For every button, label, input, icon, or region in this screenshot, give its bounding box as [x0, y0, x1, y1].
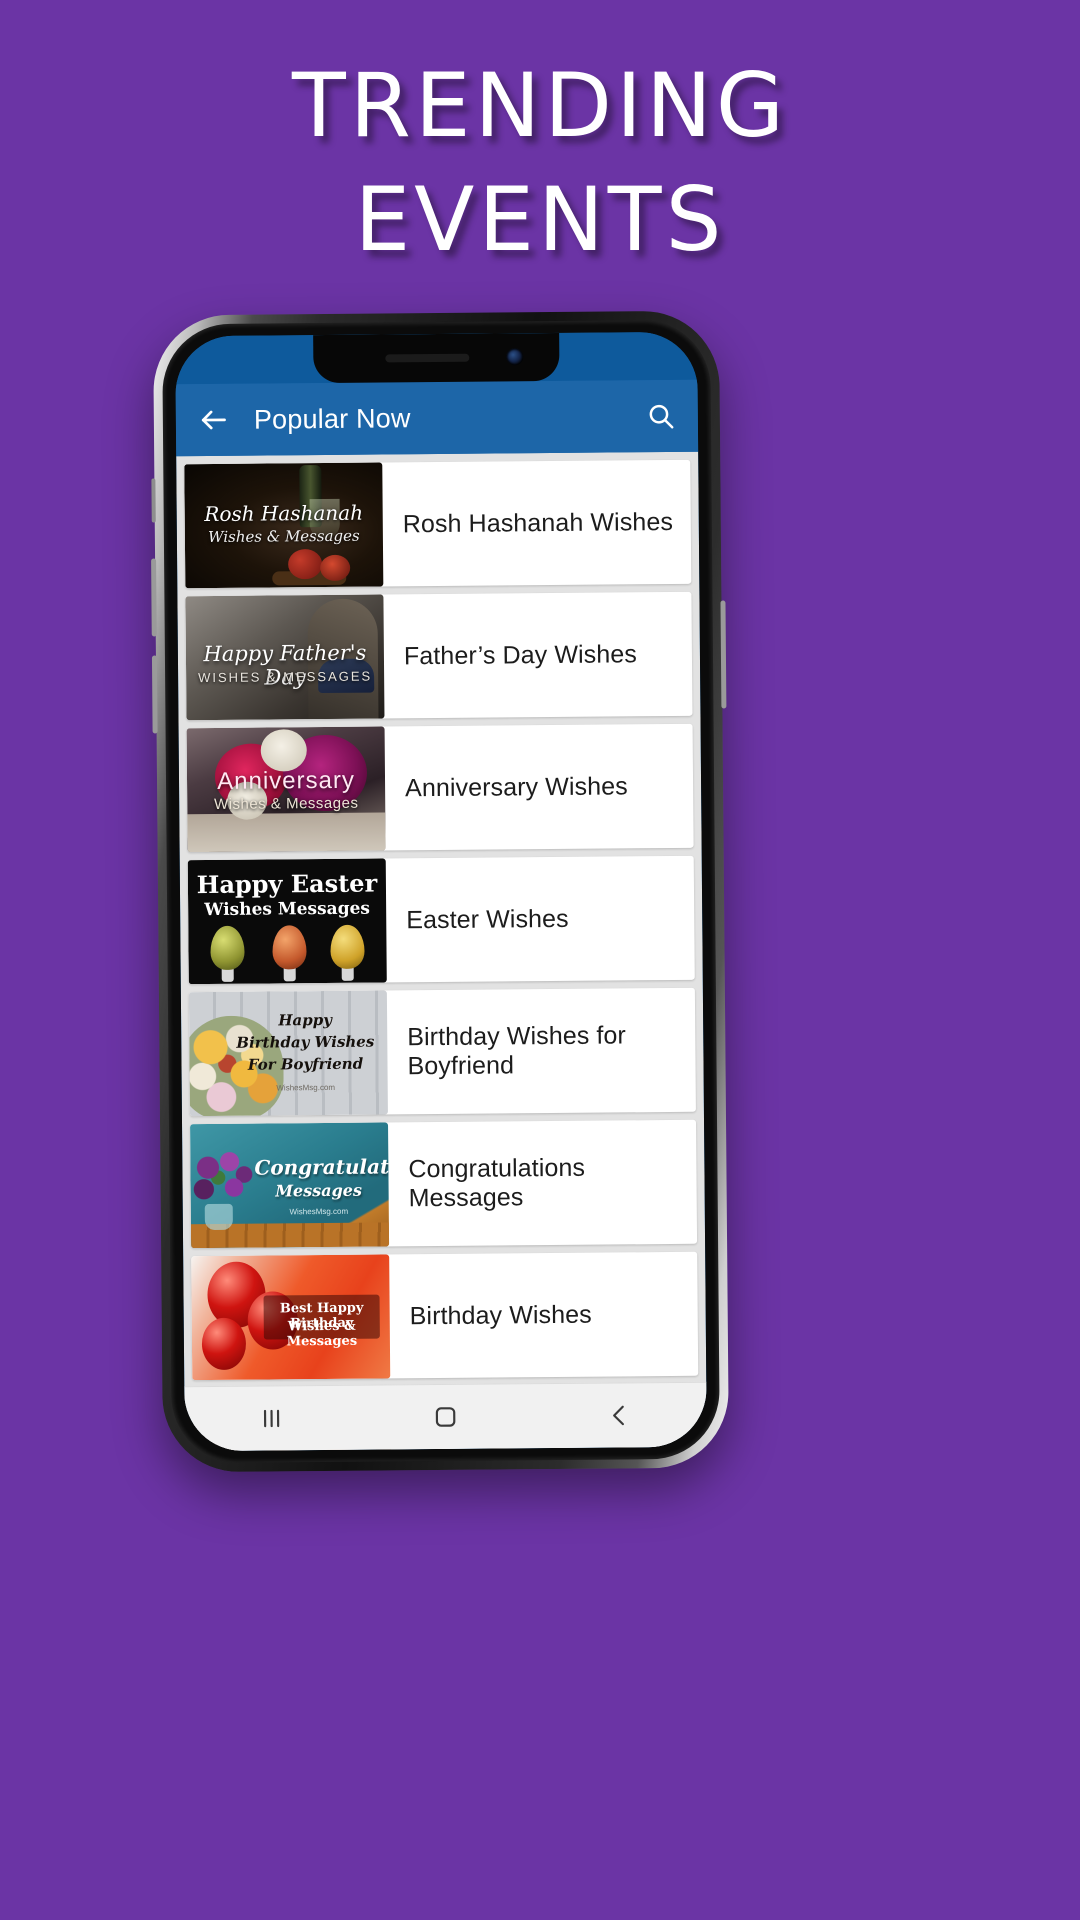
- thumbnail-rosh-hashanah: Rosh Hashanah Wishes & Messages: [184, 462, 384, 589]
- list-item[interactable]: Happy Easter Wishes Messages Easter Wish…: [187, 855, 695, 985]
- thumb-title: Happy Easter: [196, 868, 378, 900]
- list-item-label: Birthday Wishes: [409, 1300, 592, 1330]
- pomegranate-shape: [287, 549, 323, 580]
- volume-up-button[interactable]: [151, 558, 157, 637]
- promo-line-1: TRENDING: [291, 54, 789, 157]
- list-item-label: Anniversary Wishes: [404, 771, 628, 802]
- thumb-subtitle: Wishes & Messages: [286, 1318, 358, 1350]
- category-list[interactable]: Rosh Hashanah Wishes & Messages Rosh Has…: [176, 451, 707, 1452]
- list-item[interactable]: Best Happy Birthday Wishes & Messages Bi…: [191, 1251, 699, 1381]
- table-surface: [187, 812, 386, 853]
- white-rose-shape: [260, 729, 307, 772]
- list-item[interactable]: Happy Birthday Wishes For Boyfriend Wish…: [188, 987, 696, 1117]
- power-button[interactable]: [720, 600, 727, 709]
- red-balloon-shape: [201, 1317, 247, 1371]
- thumb-watermark: WishesMsg.com: [289, 1206, 349, 1217]
- thumbnail-congratulations: Congratulations Messages WishesMsg.com: [190, 1122, 390, 1249]
- list-item[interactable]: Happy Father's Day WISHES & MESSAGES Fat…: [185, 591, 693, 721]
- list-item[interactable]: Rosh Hashanah Wishes & Messages Rosh Has…: [184, 459, 692, 589]
- list-item[interactable]: Anniversary Wishes & Messages Anniversar…: [186, 723, 694, 853]
- thumb-subtitle: Wishes & Messages: [213, 794, 359, 813]
- arrow-left-icon[interactable]: [198, 404, 230, 436]
- purple-flower-bouquet-shape: [190, 1145, 259, 1219]
- phone-notch: [313, 332, 560, 384]
- thumb-subtitle: WISHES & MESSAGES: [197, 668, 373, 686]
- search-icon[interactable]: [646, 401, 676, 431]
- thumb-title: Congratulations: [254, 1154, 390, 1180]
- home-icon[interactable]: [428, 1400, 462, 1434]
- easter-egg-orange: [272, 925, 307, 970]
- pomegranate-shape: [319, 554, 350, 582]
- thumbnail-birthday-wishes: Best Happy Birthday Wishes & Messages: [191, 1254, 391, 1381]
- thumb-subtitle: Messages: [275, 1180, 363, 1201]
- app-bar: Popular Now: [175, 379, 699, 457]
- list-item[interactable]: Congratulations Messages WishesMsg.com C…: [190, 1119, 698, 1249]
- promo-headline: TRENDING EVENTS: [0, 62, 1080, 264]
- phone-device-frame: Popular Now Rosh Hashanah Wishes & Messa…: [151, 310, 730, 1473]
- thumbnail-birthday-boyfriend: Happy Birthday Wishes For Boyfriend Wish…: [188, 990, 388, 1117]
- thumbnail-fathers-day: Happy Father's Day WISHES & MESSAGES: [185, 594, 385, 721]
- volume-down-button[interactable]: [151, 655, 158, 734]
- easter-egg-yellow: [330, 924, 365, 969]
- promo-line-2: EVENTS: [354, 168, 726, 271]
- recents-icon[interactable]: [254, 1401, 288, 1435]
- thumbnail-easter: Happy Easter Wishes Messages: [187, 858, 387, 985]
- phone-screen: Popular Now Rosh Hashanah Wishes & Messa…: [175, 331, 707, 1452]
- list-item-label: Father’s Day Wishes: [403, 639, 638, 670]
- list-item-label: Easter Wishes: [406, 904, 569, 934]
- list-item-label: Birthday Wishes for Boyfriend: [407, 1021, 627, 1081]
- list-item-label: Congratulations Messages: [408, 1153, 586, 1213]
- back-chevron-icon[interactable]: [602, 1398, 636, 1432]
- thumb-subtitle: Birthday Wishes: [236, 1032, 375, 1052]
- phone-bezel: Popular Now Rosh Hashanah Wishes & Messa…: [162, 319, 720, 1464]
- thumb-title: Anniversary: [217, 766, 356, 795]
- thumbnail-anniversary: Anniversary Wishes & Messages: [186, 726, 386, 853]
- thumb-subtitle: Wishes Messages: [204, 898, 371, 921]
- earpiece-speaker: [385, 353, 470, 363]
- android-navigation-bar: [184, 1381, 707, 1452]
- list-item-label: Rosh Hashanah Wishes: [402, 507, 674, 538]
- thumb-title: Happy: [278, 1010, 332, 1030]
- thumb-subtitle: Wishes & Messages: [208, 526, 360, 547]
- thumb-subtitle-2: For Boyfriend: [247, 1054, 364, 1074]
- page-title: Popular Now: [253, 402, 411, 435]
- silent-switch[interactable]: [151, 478, 156, 523]
- easter-egg-green: [210, 925, 245, 971]
- thumb-watermark: WishesMsg.com: [276, 1082, 336, 1093]
- front-camera: [506, 348, 524, 366]
- thumb-title: Rosh Hashanah: [204, 500, 364, 527]
